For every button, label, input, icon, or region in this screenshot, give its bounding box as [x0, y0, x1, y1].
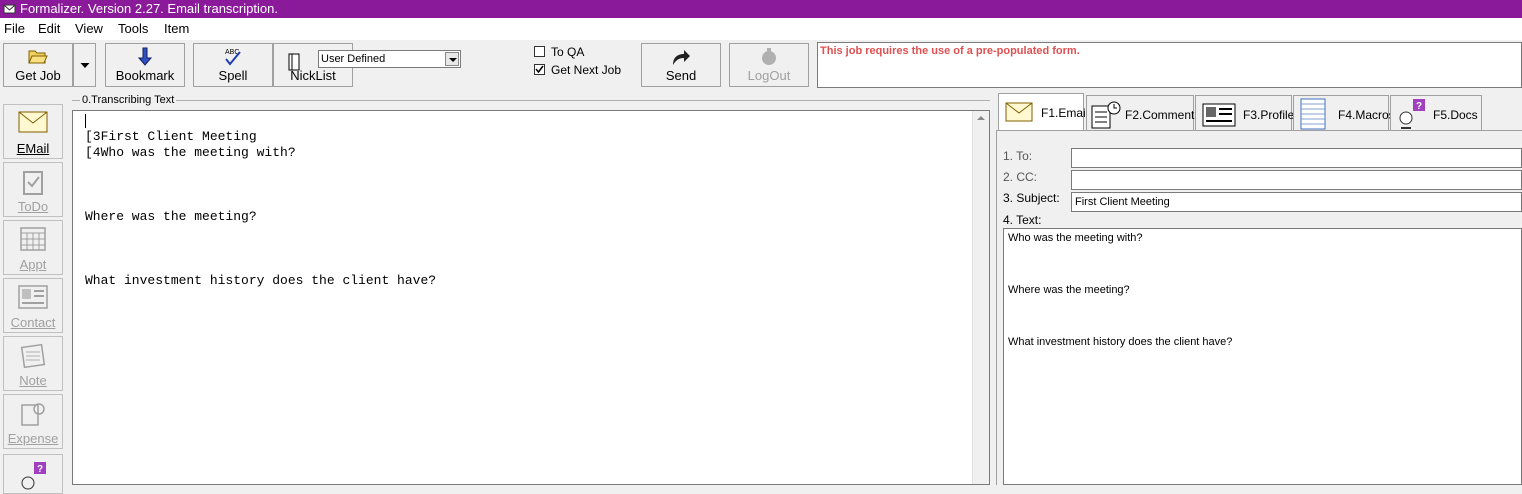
tab-label: F1.Email [1041, 106, 1089, 120]
sidebar-item-contact[interactable]: Contact [3, 278, 63, 333]
sidebar-item-label: EMail [16, 141, 50, 156]
chevron-down-icon [80, 63, 89, 68]
help-docs-icon: ? [1399, 99, 1425, 129]
message-box: This job requires the use of a pre-popul… [817, 42, 1522, 88]
bookmark-button[interactable]: Bookmark [105, 43, 185, 87]
logout-label: LogOut [747, 68, 791, 83]
sidebar-item-label: Appt [19, 257, 47, 272]
tab-email[interactable]: F1.Email [998, 93, 1088, 131]
email-text-line: What investment history does the client … [1008, 336, 1233, 348]
nicklist-label: NickList [290, 68, 336, 83]
cc-label: 2. CC: [1003, 170, 1038, 184]
transcribing-text-editor[interactable]: [3First Client Meeting [4Who was the mee… [72, 110, 990, 485]
editor-line: [4Who was the meeting with? [85, 145, 296, 160]
get-job-button[interactable]: Get Job [3, 43, 73, 87]
menu-item[interactable]: Item [164, 21, 189, 36]
editor-line: Where was the meeting? [85, 209, 257, 224]
bookmark-label: Bookmark [115, 68, 175, 83]
menu-tools[interactable]: Tools [118, 21, 148, 36]
sidebar-item-todo[interactable]: ToDo [3, 162, 63, 217]
email-text-area[interactable]: Who was the meeting with? Where was the … [1003, 228, 1522, 485]
sidebar-item-label: ToDo [17, 199, 49, 214]
sidebar-item-help[interactable]: ? [3, 454, 63, 494]
app-icon [3, 4, 16, 14]
tab-label: F5.Docs [1433, 108, 1478, 122]
text-cursor [85, 114, 86, 128]
template-select[interactable]: User Defined [318, 50, 461, 68]
sidebar-item-expense[interactable]: Expense [3, 394, 63, 449]
sidebar-item-label: Expense [7, 431, 59, 446]
group-separator [72, 100, 990, 101]
sidebar-item-label: Contact [10, 315, 56, 330]
get-next-job-checkbox[interactable] [534, 64, 545, 75]
spell-button[interactable]: ABC Spell [193, 43, 273, 87]
menu-bar: File Edit View Tools Item [0, 18, 1522, 40]
open-folder-icon [28, 50, 48, 64]
tab-label: F2.Comments [1125, 108, 1201, 122]
comments-ledger-icon [1091, 101, 1121, 129]
calendar-icon [20, 227, 46, 251]
contact-card-icon [18, 285, 48, 309]
sidebar-item-appt[interactable]: Appt [3, 220, 63, 275]
vertical-scrollbar[interactable] [972, 111, 989, 484]
sidebar-item-note[interactable]: Note [3, 336, 63, 391]
sidebar-item-email[interactable]: EMail [3, 104, 63, 159]
cc-field[interactable] [1071, 170, 1522, 190]
menu-file[interactable]: File [4, 21, 25, 36]
bookmark-arrow-icon [137, 47, 153, 66]
logout-button[interactable]: LogOut [729, 43, 809, 87]
profile-card-icon [1202, 103, 1236, 127]
macros-sheet-icon [1300, 98, 1326, 130]
svg-text:?: ? [37, 464, 43, 475]
expense-ledger-icon [21, 403, 45, 426]
to-qa-label: To QA [551, 45, 585, 59]
tab-comments[interactable]: F2.Comments [1086, 95, 1200, 131]
item-sidebar: EMail ToDo Appt Contact Note Expense ? [0, 104, 64, 494]
chevron-down-icon[interactable] [445, 52, 459, 66]
title-bar: Formalizer. Version 2.27. Email transcri… [0, 0, 1522, 18]
tab-docs[interactable]: ? F5.Docs [1390, 95, 1482, 131]
sidebar-item-label: Note [19, 373, 47, 388]
help-question-icon: ? [21, 462, 46, 490]
transcribing-text-content: [3First Client Meeting [4Who was the mee… [85, 129, 436, 289]
subject-value: First Client Meeting [1075, 196, 1170, 208]
tab-label: F3.Profile [1243, 108, 1295, 122]
logout-icon [762, 48, 776, 65]
check-icon [535, 65, 544, 74]
window-title: Formalizer. Version 2.27. Email transcri… [20, 1, 278, 16]
text-label: 4. Text: [1003, 213, 1042, 227]
get-job-dropdown[interactable] [73, 43, 96, 87]
send-label: Send [665, 68, 697, 83]
clipboard-check-icon [23, 171, 43, 195]
envelope-icon [1005, 102, 1033, 122]
send-button[interactable]: Send [641, 43, 721, 87]
template-select-value: User Defined [321, 53, 386, 65]
to-qa-checkbox[interactable] [534, 46, 545, 57]
to-label: 1. To: [1003, 149, 1033, 163]
editor-line: [3First Client Meeting [85, 129, 257, 144]
subject-label: 3. Subject: [1003, 191, 1060, 205]
note-pad-icon [20, 343, 46, 369]
message-text: This job requires the use of a pre-popul… [820, 45, 1080, 57]
menu-edit[interactable]: Edit [38, 21, 60, 36]
spell-label: Spell [218, 68, 248, 83]
email-text-line: Who was the meeting with? [1008, 232, 1143, 244]
to-field[interactable] [1071, 148, 1522, 168]
tab-macros[interactable]: F4.Macros [1293, 95, 1395, 131]
tab-label: F4.Macros [1338, 108, 1395, 122]
editor-line: What investment history does the client … [85, 273, 437, 288]
send-arrow-icon [673, 50, 690, 65]
spell-check-icon: ABC [225, 49, 241, 66]
subject-field[interactable]: First Client Meeting [1071, 192, 1522, 212]
tab-profile[interactable]: F3.Profile [1195, 95, 1295, 131]
svg-text:?: ? [1416, 101, 1422, 112]
transcribing-text-title: 0.Transcribing Text [80, 94, 177, 106]
envelope-icon [18, 111, 48, 133]
get-job-label: Get Job [15, 68, 61, 83]
scroll-up-icon[interactable] [977, 116, 985, 120]
tab-strip: F1.Email F2.Comments F3.Profile F4.Macro… [996, 93, 1522, 131]
get-next-job-label: Get Next Job [551, 63, 622, 77]
email-text-line: Where was the meeting? [1008, 284, 1130, 296]
menu-view[interactable]: View [75, 21, 103, 36]
